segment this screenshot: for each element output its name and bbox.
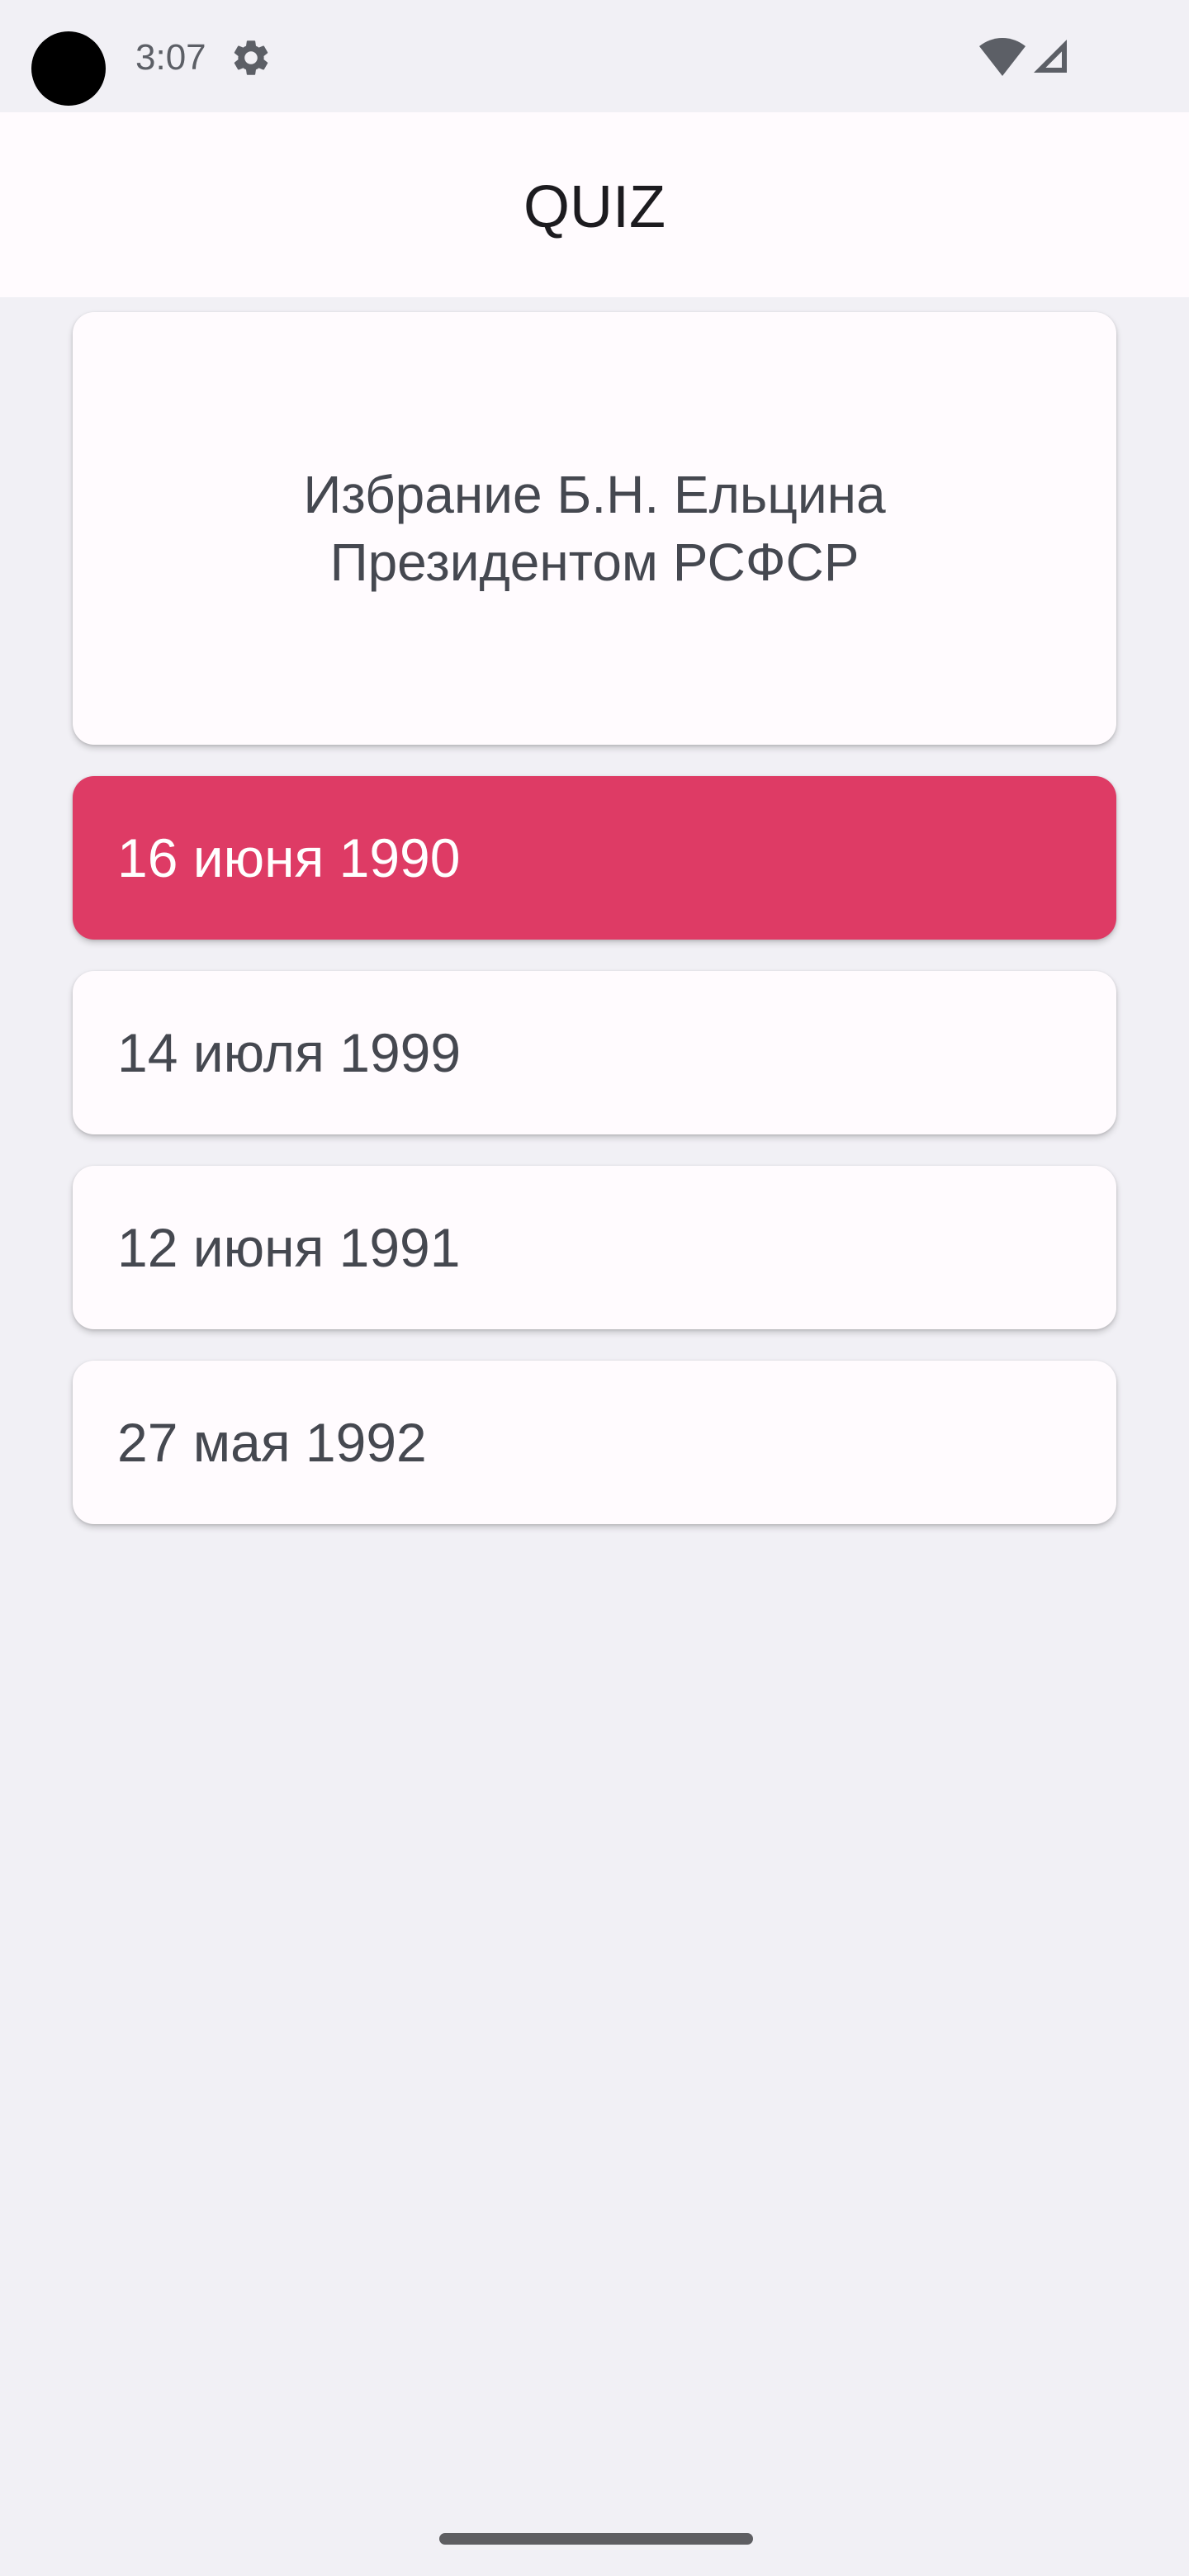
status-bar: 3:07 [0,0,1189,112]
answer-option-4[interactable]: 27 мая 1992 [73,1361,1116,1524]
wifi-icon [979,38,1026,76]
answer-option-3[interactable]: 12 июня 1991 [73,1166,1116,1329]
answer-label: 14 июля 1999 [117,1022,462,1083]
signal-icon [1034,40,1067,73]
status-time: 3:07 [135,37,206,78]
answer-option-2[interactable]: 14 июля 1999 [73,971,1116,1134]
answer-label: 12 июня 1991 [117,1217,461,1278]
answer-label: 16 июня 1990 [117,827,461,888]
home-indicator[interactable] [439,2533,753,2545]
answer-label: 27 мая 1992 [117,1412,427,1473]
camera-cutout [31,31,106,106]
gear-icon [234,40,268,75]
page-title: QUIZ [523,174,666,240]
question-card: Избрание Б.Н. Ельцина Президентом РСФСР [73,312,1116,745]
answer-option-1[interactable]: 16 июня 1990 [73,776,1116,940]
question-text: Избрание Б.Н. Ельцина Президентом РСФСР [303,465,886,592]
app-bar: QUIZ [0,112,1189,297]
